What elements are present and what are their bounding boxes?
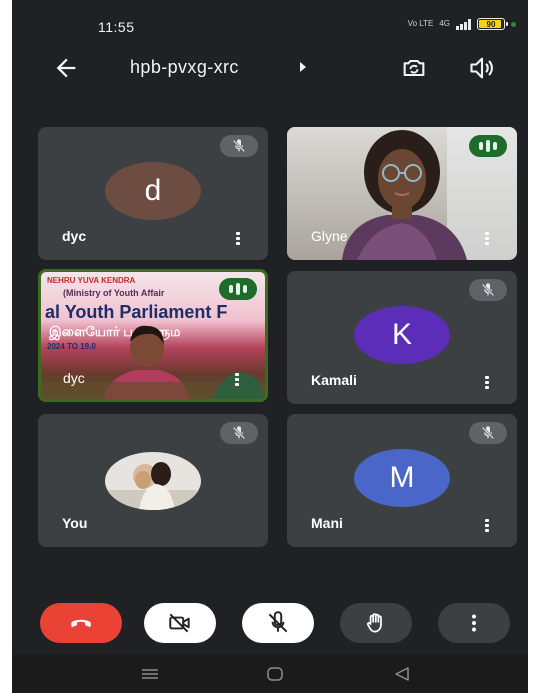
participant-name: Glyne <box>311 228 348 244</box>
raise-hand-button[interactable] <box>340 603 412 643</box>
toggle-mic-button[interactable] <box>242 603 314 643</box>
status-bar: 11:55 Vo LTE 4G 90 <box>12 0 528 48</box>
more-options-icon[interactable] <box>485 376 489 390</box>
participant-name: Kamali <box>311 372 357 388</box>
speaking-indicator-icon <box>469 135 507 157</box>
privacy-indicator-dot <box>511 21 516 27</box>
toggle-camera-button[interactable] <box>144 603 216 643</box>
battery-icon: 90 <box>477 18 508 30</box>
participant-name: dyc <box>63 370 85 386</box>
participant-name: dyc <box>62 228 87 244</box>
hang-up-icon <box>71 619 91 627</box>
mic-off-icon <box>220 135 258 157</box>
more-options-icon[interactable] <box>235 373 239 387</box>
avatar-photo <box>105 452 201 510</box>
volte-indicator: Vo LTE <box>407 19 434 28</box>
switch-camera-icon[interactable] <box>400 54 428 82</box>
network-type-indicator: 4G <box>439 19 450 28</box>
participant-name: You <box>62 515 88 531</box>
mic-off-icon <box>469 422 507 444</box>
avatar: M <box>354 449 450 507</box>
avatar: K <box>354 306 450 364</box>
raise-hand-icon <box>367 613 382 633</box>
end-call-button[interactable] <box>40 603 122 643</box>
speaker-icon[interactable] <box>468 54 496 82</box>
meeting-info-caret-icon[interactable] <box>300 62 306 72</box>
more-vert-icon <box>472 614 476 632</box>
participant-tile-self[interactable]: You <box>38 414 268 547</box>
recent-apps-icon[interactable] <box>140 667 160 681</box>
participant-tile[interactable]: d dyc <box>38 127 268 260</box>
system-nav-bar <box>12 655 528 693</box>
battery-level: 90 <box>486 19 496 29</box>
meet-screen: 11:55 Vo LTE 4G 90 hpb-pvxg-xrc d dyc Gl… <box>12 0 528 693</box>
mic-off-icon <box>469 279 507 301</box>
call-header: hpb-pvxg-xrc <box>12 48 528 88</box>
back-nav-icon[interactable] <box>393 666 411 682</box>
back-arrow-icon[interactable] <box>52 54 80 82</box>
participant-name: Mani <box>311 515 343 531</box>
participant-tile[interactable]: K Kamali <box>287 271 517 404</box>
call-controls <box>12 603 528 647</box>
status-time: 11:55 <box>98 19 135 35</box>
mic-off-icon <box>268 611 288 633</box>
home-icon[interactable] <box>266 666 284 682</box>
meeting-code[interactable]: hpb-pvxg-xrc <box>130 57 239 78</box>
speaking-indicator-icon <box>219 278 257 300</box>
mic-off-icon <box>220 422 258 444</box>
participant-tile[interactable]: Glyne <box>287 127 517 260</box>
more-options-icon[interactable] <box>485 232 489 246</box>
signal-icon <box>456 18 471 30</box>
more-options-icon[interactable] <box>485 519 489 533</box>
participant-tile-active[interactable]: NEHRU YUVA KENDRA (Ministry of Youth Aff… <box>38 269 268 402</box>
camera-off-icon <box>169 613 190 633</box>
avatar: d <box>105 162 201 220</box>
more-options-icon[interactable] <box>236 232 240 246</box>
more-options-button[interactable] <box>438 603 510 643</box>
participant-tile[interactable]: M Mani <box>287 414 517 547</box>
